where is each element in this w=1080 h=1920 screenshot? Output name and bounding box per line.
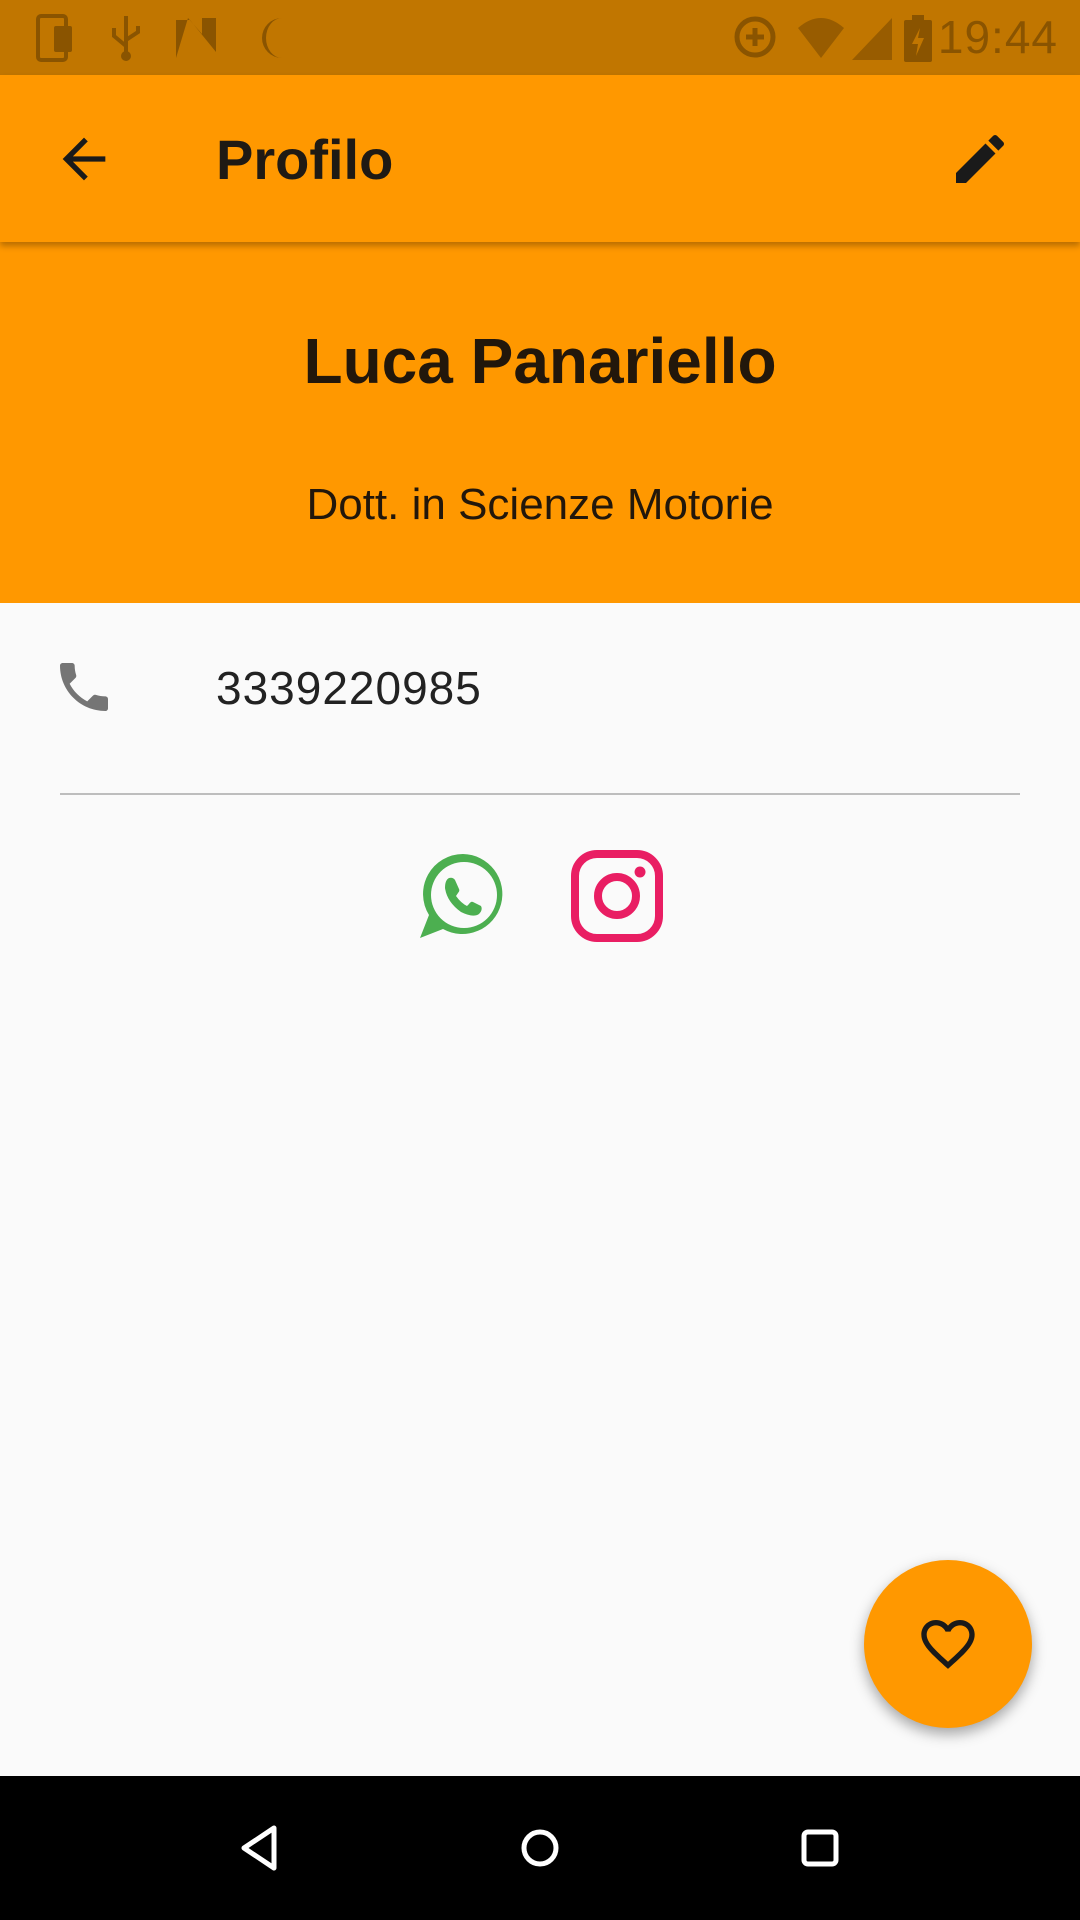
- usb-icon: [112, 16, 140, 61]
- phone-number: 3339220985: [216, 662, 482, 714]
- status-time: 19:44: [937, 11, 1058, 63]
- divider: [60, 793, 1020, 795]
- home-circle-icon[interactable]: [510, 1818, 570, 1878]
- moon-icon: [262, 18, 282, 58]
- profile-name: Luca Panariello: [303, 325, 777, 397]
- page-title: Profilo: [216, 128, 394, 191]
- whatsapp-icon[interactable]: [415, 848, 511, 944]
- arrow-back-icon[interactable]: [52, 127, 116, 191]
- recents-square-icon[interactable]: [790, 1818, 850, 1878]
- device-icon: [36, 14, 72, 62]
- data-saver-icon: [734, 16, 776, 58]
- back-triangle-icon[interactable]: [230, 1818, 290, 1878]
- favorite-button[interactable]: [864, 1560, 1032, 1728]
- app-bar: Profilo: [0, 75, 1080, 242]
- system-nav-bar: [0, 1776, 1080, 1920]
- phone-row[interactable]: 3339220985: [0, 603, 1080, 793]
- n-logo-icon: [176, 18, 216, 58]
- profile-header: Luca Panariello Dott. in Scienze Motorie: [0, 242, 1080, 603]
- wifi-icon: [798, 18, 844, 58]
- battery-charging-icon: [904, 15, 932, 62]
- status-bar: 19:44: [0, 0, 1080, 75]
- phone-icon: [60, 663, 108, 711]
- heart-outline-icon: [921, 1620, 975, 1669]
- signal-icon: [852, 18, 892, 60]
- pencil-icon[interactable]: [948, 127, 1012, 191]
- instagram-icon[interactable]: [569, 848, 665, 944]
- profile-title: Dott. in Scienze Motorie: [306, 480, 774, 529]
